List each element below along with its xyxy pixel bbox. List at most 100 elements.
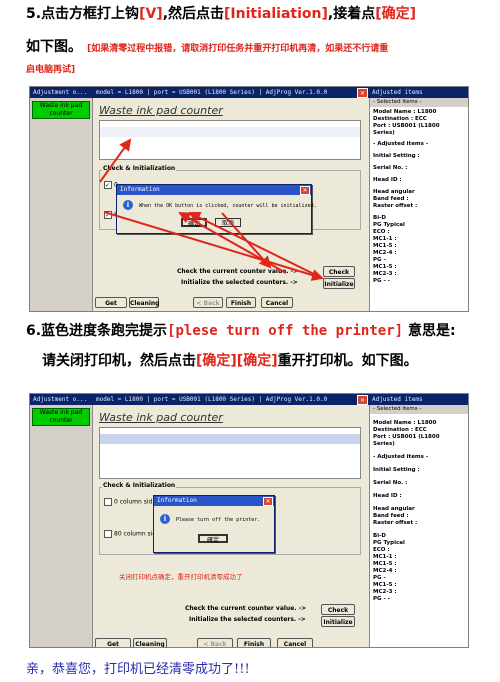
- destination: Destination : ECC: [373, 427, 427, 433]
- step6-line2-text: 请关闭打印机，然后点击: [42, 353, 196, 369]
- step6-ok-labels: [确定][确定]: [196, 353, 278, 369]
- step5-text: 点击方框打上钩: [41, 6, 140, 22]
- band-feed: Band feed :: [373, 196, 409, 202]
- destination: Destination : ECC: [373, 116, 427, 122]
- finish-button[interactable]: Finish: [226, 297, 256, 308]
- cleaning-button[interactable]: Cleaning: [133, 638, 167, 647]
- pg-typical: PG Typical: [373, 540, 405, 546]
- step6-text: 蓝色进度条跑完提示: [41, 323, 168, 339]
- get-status-button[interactable]: Get Status: [95, 638, 131, 647]
- dialog-message: Please turn off the printer.: [176, 517, 261, 523]
- right-pane: - Selected items - Model Name : L1800 De…: [369, 98, 468, 311]
- pg-minus: PG -: [373, 257, 386, 263]
- selected-items-header: - Selected items -: [370, 98, 468, 107]
- close-icon[interactable]: ✕: [357, 395, 368, 405]
- pg-minus-minus: PG - -: [373, 278, 390, 284]
- mc1-5-b: MC1-5 :: [373, 264, 397, 270]
- init-row-label: Initialize the selected counters. ->: [189, 616, 306, 623]
- sidebar-item-waste-ink[interactable]: Waste ink pad counter: [32, 408, 90, 426]
- adjusted-items-header: - Adjusted items -: [373, 141, 429, 147]
- initial-setting: Initial Setting :: [373, 153, 420, 159]
- eco: ECO :: [373, 229, 390, 235]
- step5-heading: 5.点击方框打上钩[V],然后点击[Initialiation],接着点[确定]: [26, 5, 416, 23]
- screenshot-1: Adjustment o... model = L1800 | port = U…: [29, 86, 469, 312]
- initialize-button[interactable]: Initialize: [323, 278, 355, 289]
- mc2-3: MC2-3 :: [373, 589, 397, 595]
- dialog-close-icon[interactable]: ✕: [263, 497, 273, 506]
- init-row-label: Initialize the selected counters. ->: [181, 279, 298, 286]
- step5-line2: 如下图。 [如果清零过程中报错，请取消打印任务并重开打印机再清，如果还不行请重: [26, 36, 388, 56]
- left-pane: Waste ink pad counter: [30, 98, 92, 311]
- checkbox-80[interactable]: 80 column sic: [104, 530, 156, 538]
- titlebar: Adjustment o... model = L1800 | port = U…: [30, 394, 468, 405]
- mc1-5: MC1-5 :: [373, 243, 397, 249]
- cancel-button[interactable]: Cancel: [261, 297, 293, 308]
- get-status-button[interactable]: Get Status: [95, 297, 127, 308]
- port: Port : USB001 (L1800: [373, 123, 440, 129]
- raster-offset: Raster offset :: [373, 520, 418, 526]
- title-right: Adjusted items: [372, 396, 423, 403]
- step5-note-2: 启电脑再试]: [26, 65, 76, 75]
- checkbox-box[interactable]: ✓: [104, 181, 112, 189]
- selected-items-header: - Selected items -: [370, 405, 468, 414]
- raster-offset: Raster offset :: [373, 203, 418, 209]
- mc1-5: MC1-5 :: [373, 561, 397, 567]
- port-cont: Series): [373, 130, 395, 136]
- step5-text-2: ,然后点击: [162, 6, 225, 22]
- window-title: Waste ink pad counter: [99, 411, 223, 424]
- cancel-button[interactable]: Cancel: [277, 638, 313, 647]
- checkbox-box[interactable]: [104, 498, 112, 506]
- left-pane: Waste ink pad counter: [30, 405, 92, 647]
- back-button[interactable]: < Back: [197, 638, 233, 647]
- adjusted-items-header: - Adjusted items -: [373, 454, 429, 460]
- main-pane: Waste ink pad counter Check & Initializa…: [92, 405, 369, 647]
- check-button[interactable]: Check: [321, 604, 355, 615]
- title-main: model = L1800 | port = USB001 (L1800 Ser…: [96, 396, 328, 403]
- checkbox-box[interactable]: ✓: [104, 211, 112, 219]
- dialog-title: Information: [117, 185, 311, 195]
- step5-text-3: ,接着点: [327, 6, 376, 22]
- head-id: Head ID :: [373, 177, 402, 183]
- step5-check-mark: [V]: [139, 6, 163, 22]
- head-angular: Head angular: [373, 506, 415, 512]
- dialog-close-icon[interactable]: ✕: [300, 186, 310, 195]
- eco: ECO :: [373, 547, 390, 553]
- sidebar-item-waste-ink[interactable]: Waste ink pad counter: [32, 101, 90, 119]
- finish-button[interactable]: Finish: [237, 638, 271, 647]
- cleaning-button[interactable]: Cleaning: [129, 297, 159, 308]
- titlebar: Adjustment o... model = L1800 | port = U…: [30, 87, 468, 98]
- step5-note: [如果清零过程中报错，请取消打印任务并重开打印机再清，如果还不行请重: [87, 44, 389, 54]
- mc1-5-b: MC1-5 :: [373, 582, 397, 588]
- head-id: Head ID :: [373, 493, 402, 499]
- back-button[interactable]: < Back: [193, 297, 223, 308]
- close-icon[interactable]: ✕: [357, 88, 368, 98]
- step6-heading: 6.蓝色进度条跑完提示[plese turn off the printer] …: [26, 322, 456, 340]
- ok-button[interactable]: 确定: [181, 218, 207, 228]
- title-left: Adjustment o...: [33, 396, 88, 403]
- dialog-cancel-button[interactable]: 取消: [215, 218, 241, 227]
- mc2-3: MC2-3 :: [373, 271, 397, 277]
- progress-area: [99, 120, 361, 160]
- group-label: Check & Initialization: [102, 482, 177, 489]
- serial-no: Serial No. :: [373, 165, 408, 171]
- dialog-title: Information: [154, 496, 274, 506]
- initialize-button[interactable]: Initialize: [321, 616, 355, 627]
- model-name: Model Name : L1800: [373, 420, 437, 426]
- check-row-label: Check the current counter value. ->: [185, 605, 307, 612]
- checkbox-0[interactable]: 0 column sid: [104, 498, 152, 506]
- step5-line2-text: 如下图。: [26, 39, 82, 55]
- checkbox-box[interactable]: [104, 530, 112, 538]
- step5-init-label: [Initialiation]: [224, 6, 328, 22]
- info-icon: i: [160, 514, 170, 524]
- check-row-label: Check the current counter value. ->: [177, 268, 299, 275]
- pg-typical: PG Typical: [373, 222, 405, 228]
- head-angular: Head angular: [373, 189, 415, 195]
- ok-button[interactable]: 確定: [198, 534, 228, 544]
- port: Port : USB001 (L1800: [373, 434, 440, 440]
- footer-congrats: 亲，恭喜您，打印机已经清零成功了!!!: [26, 662, 250, 677]
- window-title: Waste ink pad counter: [99, 104, 223, 117]
- main-pane: Waste ink pad counter Check & Initializa…: [92, 98, 369, 311]
- check-button[interactable]: Check: [323, 266, 355, 277]
- mc2-4: MC2-4 :: [373, 250, 397, 256]
- info-dialog: Information ✕ i When the OK button is cl…: [116, 184, 317, 234]
